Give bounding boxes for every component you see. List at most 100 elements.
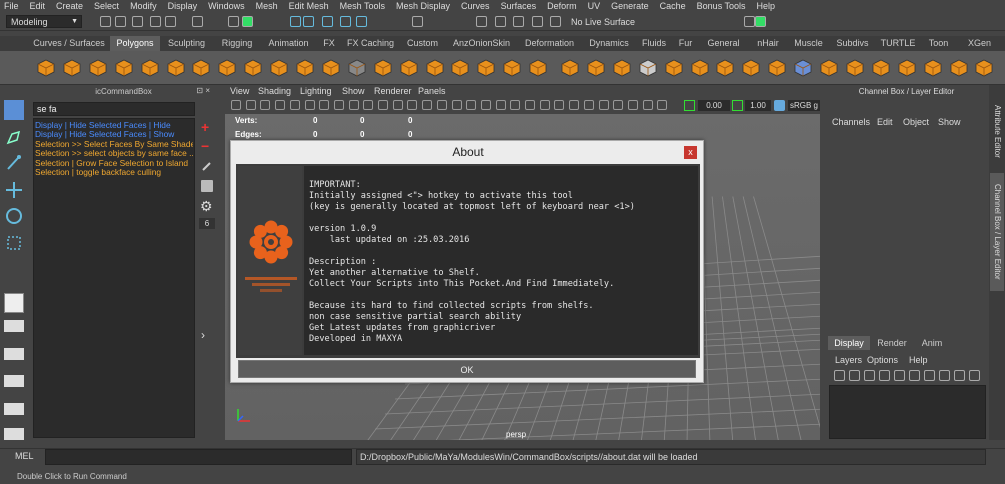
- tab-custom[interactable]: Custom: [399, 36, 446, 51]
- shelf-mirror-icon[interactable]: [714, 57, 736, 79]
- mode-selector[interactable]: Modeling ▼: [6, 15, 82, 28]
- far-clip-field[interactable]: 1.00: [745, 100, 771, 111]
- viewport-tool-17-icon[interactable]: [466, 100, 477, 110]
- viewport-tool-22-icon[interactable]: [539, 100, 550, 110]
- list-item[interactable]: Selection | toggle backface culling: [35, 168, 193, 177]
- viewport-tool-8-icon[interactable]: [333, 100, 344, 110]
- shelf-soccer-ball-icon[interactable]: [268, 57, 290, 79]
- shelf-automatic-map-icon[interactable]: [844, 57, 866, 79]
- tab-sculpting[interactable]: Sculpting: [161, 36, 212, 51]
- shelf-cut-uv-icon[interactable]: [922, 57, 944, 79]
- shelf-target-weld-icon[interactable]: [611, 57, 633, 79]
- save-icon[interactable]: [201, 180, 213, 192]
- shelf-combine-icon[interactable]: [372, 57, 394, 79]
- viewport-tool-7-icon[interactable]: [319, 100, 330, 110]
- shelf-torus-icon[interactable]: [139, 57, 161, 79]
- command-search-input[interactable]: se fa: [33, 102, 195, 116]
- tab-muscle[interactable]: Muscle: [788, 36, 829, 51]
- shelf-fill-hole-icon[interactable]: [559, 57, 581, 79]
- tab-anzonionskin[interactable]: AnzOnionSkin: [447, 36, 516, 51]
- far-clip-icon[interactable]: [732, 100, 743, 111]
- viewport-tool-9-icon[interactable]: [348, 100, 359, 110]
- layer-tool-2-icon[interactable]: [849, 370, 860, 381]
- lasso-tool-icon[interactable]: [4, 128, 24, 148]
- menu-edit[interactable]: Edit: [30, 0, 51, 12]
- shelf-disc-icon[interactable]: [190, 57, 212, 79]
- tab-animation[interactable]: Animation: [262, 36, 315, 51]
- menu-file[interactable]: File: [4, 0, 24, 12]
- layer-tool-8-icon[interactable]: [939, 370, 950, 381]
- viewport-tool-10-icon[interactable]: [363, 100, 374, 110]
- shelf-smooth-icon[interactable]: [424, 57, 446, 79]
- history-icon[interactable]: [513, 16, 524, 27]
- tab-anim[interactable]: Anim: [913, 336, 951, 350]
- near-clip-field[interactable]: 0.00: [698, 100, 730, 111]
- menu-select[interactable]: Select: [94, 0, 124, 12]
- tab-toon[interactable]: Toon: [921, 36, 956, 51]
- viewport-menu-shading[interactable]: Shading: [258, 85, 291, 97]
- viewport-menu-lighting[interactable]: Lighting: [300, 85, 332, 97]
- select-hierarchy-icon[interactable]: [192, 16, 203, 27]
- viewport-tool-18-icon[interactable]: [480, 100, 491, 110]
- menu-windows[interactable]: Windows: [208, 0, 250, 12]
- shelf-append-icon[interactable]: [527, 57, 549, 79]
- tab-dynamics[interactable]: Dynamics: [583, 36, 635, 51]
- list-item[interactable]: Selection | Grow Face Selection to Islan…: [35, 159, 193, 168]
- viewport-tool-2-icon[interactable]: [245, 100, 256, 110]
- shelf-cylinder-icon[interactable]: [87, 57, 109, 79]
- shelf-reduce-icon[interactable]: [766, 57, 788, 79]
- layer-tool-6-icon[interactable]: [909, 370, 920, 381]
- viewport-menu-renderer[interactable]: Renderer: [374, 85, 412, 97]
- menu-mesh-display[interactable]: Mesh Display: [396, 0, 455, 12]
- ipr-render-icon[interactable]: [550, 16, 561, 27]
- shelf-transfer-icon[interactable]: [973, 57, 995, 79]
- layer-tool-1-icon[interactable]: [834, 370, 845, 381]
- snap-surface-icon[interactable]: [356, 16, 367, 27]
- menu-edit-mesh[interactable]: Edit Mesh: [289, 0, 334, 12]
- shelf-separate-icon[interactable]: [398, 57, 420, 79]
- menu-cache[interactable]: Cache: [660, 0, 691, 12]
- viewport-tool-24-icon[interactable]: [569, 100, 580, 110]
- menu-generate[interactable]: Generate: [611, 0, 654, 12]
- undo-icon[interactable]: [150, 16, 161, 27]
- layers-menu[interactable]: Layers: [835, 355, 862, 365]
- shelf-plane-icon[interactable]: [165, 57, 187, 79]
- tab-fx[interactable]: FX: [316, 36, 342, 51]
- snap-plane-icon[interactable]: [340, 16, 351, 27]
- mel-label[interactable]: MEL: [15, 451, 34, 461]
- layer-tool-7-icon[interactable]: [924, 370, 935, 381]
- viewport-tool-1-icon[interactable]: [231, 100, 241, 110]
- move-tool-icon[interactable]: [4, 180, 24, 200]
- gear-icon[interactable]: ⚙: [200, 198, 213, 215]
- shelf-platonic-icon[interactable]: [294, 57, 316, 79]
- list-item[interactable]: Selection >> select objects by same face…: [35, 149, 193, 158]
- viewport-menu-show[interactable]: Show: [342, 85, 365, 97]
- edit-icon[interactable]: [201, 160, 213, 172]
- shelf-uv-editor-icon[interactable]: [792, 57, 814, 79]
- hypershade-layout-icon[interactable]: [4, 428, 24, 440]
- viewport-tool-19-icon[interactable]: [495, 100, 506, 110]
- tab-subdivs[interactable]: Subdivs: [830, 36, 875, 51]
- open-scene-icon[interactable]: [115, 16, 126, 27]
- tab-rigging[interactable]: Rigging: [213, 36, 261, 51]
- viewport-tool-26-icon[interactable]: [598, 100, 609, 110]
- shelf-unfold-icon[interactable]: [870, 57, 892, 79]
- shelf-layout-icon[interactable]: [896, 57, 918, 79]
- scale-tool-icon[interactable]: [4, 233, 24, 253]
- menu-display[interactable]: Display: [168, 0, 203, 12]
- viewport-tool-25-icon[interactable]: [583, 100, 594, 110]
- viewport-tool-30-icon[interactable]: [657, 100, 668, 110]
- menu-help[interactable]: Help: [757, 0, 781, 12]
- render-icon[interactable]: [532, 16, 543, 27]
- viewport-tool-28-icon[interactable]: [627, 100, 638, 110]
- save-scene-icon[interactable]: [132, 16, 143, 27]
- shelf-sew-uv-icon[interactable]: [948, 57, 970, 79]
- tab-nhair[interactable]: nHair: [749, 36, 787, 51]
- layer-tool-10-icon[interactable]: [969, 370, 980, 381]
- ok-button[interactable]: OK: [238, 360, 696, 378]
- menu-mesh-tools[interactable]: Mesh Tools: [340, 0, 390, 12]
- colorspace-icon[interactable]: [774, 100, 785, 111]
- layer-tool-3-icon[interactable]: [864, 370, 875, 381]
- shelf-helix-icon[interactable]: [242, 57, 264, 79]
- layer-tool-9-icon[interactable]: [954, 370, 965, 381]
